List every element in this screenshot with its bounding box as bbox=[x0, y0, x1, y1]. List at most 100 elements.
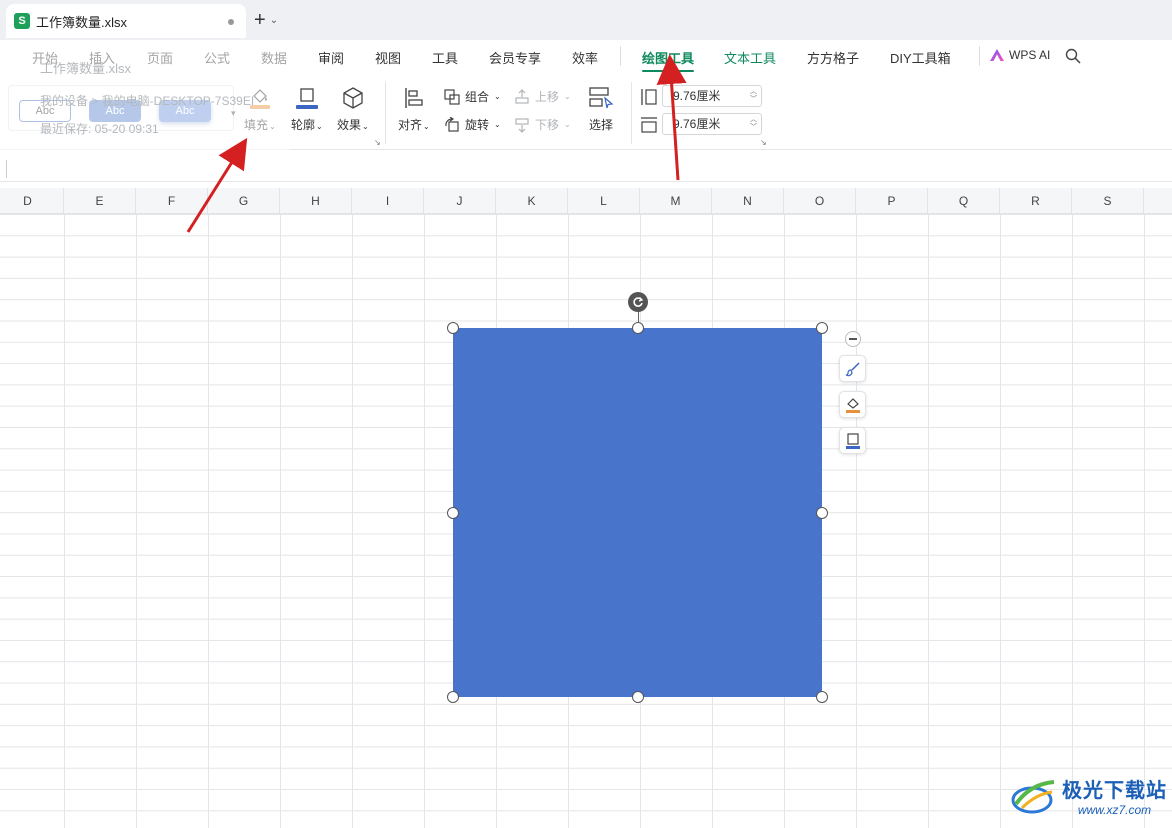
group-label: 组合 bbox=[465, 90, 490, 104]
resize-handle-bottom-left[interactable] bbox=[447, 691, 459, 703]
shape-width-input[interactable]: 9.76厘米 ︿ ﹀ bbox=[662, 113, 762, 135]
spreadsheet-window: S 工作簿数量.xlsx + ⌄ 开始 插入 页面 公式 数据 审阅 视图 工具… bbox=[0, 0, 1172, 828]
width-spinner-icon[interactable]: ︿ ﹀ bbox=[750, 116, 757, 132]
menu-review[interactable]: 审阅 bbox=[318, 48, 344, 67]
group-button[interactable]: 组合 ⌄ bbox=[444, 88, 501, 105]
fill-button[interactable]: 填充⌄ bbox=[244, 86, 276, 133]
style-preset-outline[interactable]: Abc bbox=[19, 100, 71, 122]
search-icon[interactable] bbox=[1065, 48, 1081, 64]
menu-text-tools[interactable]: 文本工具 bbox=[724, 48, 776, 67]
column-header[interactable]: D bbox=[0, 188, 64, 214]
resize-handle-top[interactable] bbox=[632, 322, 644, 334]
rotate-handle-icon[interactable] bbox=[628, 292, 648, 312]
shape-height-input[interactable]: 9.76厘米 ︿ ﹀ bbox=[662, 85, 762, 107]
document-tab[interactable]: S 工作簿数量.xlsx bbox=[6, 4, 246, 38]
dialog-launcher-icon[interactable]: ↘ bbox=[374, 138, 381, 147]
style-preset-shadow[interactable]: Abc bbox=[159, 100, 211, 122]
menu-view[interactable]: 视图 bbox=[375, 48, 401, 67]
menu-tools[interactable]: 工具 bbox=[432, 48, 458, 67]
column-header[interactable]: O bbox=[784, 188, 856, 214]
outline-label: 轮廓 bbox=[291, 118, 316, 132]
wps-ai-label: WPS AI bbox=[1009, 48, 1051, 62]
quick-outline-button[interactable] bbox=[839, 427, 866, 454]
menu-member[interactable]: 会员专享 bbox=[489, 48, 541, 67]
menu-drawing-tools[interactable]: 绘图工具 bbox=[642, 48, 695, 72]
menu-divider bbox=[979, 46, 980, 66]
menu-data[interactable]: 数据 bbox=[261, 48, 287, 67]
watermark-url: www.xz7.com bbox=[1077, 803, 1152, 817]
menu-page[interactable]: 页面 bbox=[147, 48, 173, 67]
style-preset-filled[interactable]: Abc bbox=[89, 100, 141, 122]
rotate-button[interactable]: 旋转 ⌄ bbox=[444, 116, 501, 133]
gallery-more-icon[interactable]: ▾ bbox=[231, 108, 236, 119]
menu-divider bbox=[620, 46, 621, 66]
align-button[interactable]: 对齐⌄ bbox=[398, 86, 430, 133]
fill-bucket-icon bbox=[249, 89, 270, 109]
shape-width-value: 9.76厘米 bbox=[673, 117, 721, 131]
outline-button[interactable]: 轮廓⌄ bbox=[291, 86, 323, 133]
formula-bar[interactable] bbox=[0, 156, 1172, 182]
rectangle-shape[interactable] bbox=[453, 328, 822, 697]
rotate-label: 旋转 bbox=[465, 118, 490, 132]
height-spinner-icon[interactable]: ︿ ﹀ bbox=[750, 88, 757, 104]
select-pane-icon bbox=[589, 87, 614, 109]
chevron-down-icon: ⌄ bbox=[494, 92, 501, 101]
shape-height-icon bbox=[641, 89, 657, 105]
column-header[interactable]: Q bbox=[928, 188, 1000, 214]
column-header[interactable]: M bbox=[640, 188, 712, 214]
menu-diy-toolbox[interactable]: DIY工具箱 bbox=[890, 48, 951, 67]
column-header[interactable]: R bbox=[1000, 188, 1072, 214]
column-header[interactable]: J bbox=[424, 188, 496, 214]
menu-home[interactable]: 开始 bbox=[32, 48, 58, 67]
menu-fangfang-grid[interactable]: 方方格子 bbox=[807, 48, 859, 67]
collapse-toolbar-icon[interactable] bbox=[845, 331, 861, 347]
resize-handle-bottom-right[interactable] bbox=[816, 691, 828, 703]
plus-icon: + bbox=[254, 8, 266, 31]
wps-ai-logo-icon bbox=[990, 49, 1004, 61]
column-header[interactable]: I bbox=[352, 188, 424, 214]
column-header[interactable]: S bbox=[1072, 188, 1144, 214]
chevron-down-icon: ⌄ bbox=[362, 122, 369, 131]
resize-handle-bottom[interactable] bbox=[632, 691, 644, 703]
quick-fill-button[interactable] bbox=[839, 391, 866, 418]
site-watermark: 极光下载站 www.xz7.com bbox=[1010, 774, 1167, 817]
select-button[interactable]: 选择 bbox=[588, 86, 614, 133]
column-header[interactable]: G bbox=[208, 188, 280, 214]
column-header[interactable]: F bbox=[136, 188, 208, 214]
column-header[interactable]: K bbox=[496, 188, 568, 214]
select-label: 选择 bbox=[588, 118, 613, 132]
shape-style-gallery: Abc Abc Abc ▾ bbox=[8, 85, 236, 131]
fill-label: 填充 bbox=[244, 118, 269, 132]
move-down-button[interactable]: 下移 ⌄ bbox=[514, 116, 571, 133]
effect-button[interactable]: 效果⌄ bbox=[337, 86, 369, 133]
formula-bar-edge bbox=[6, 160, 7, 178]
column-header[interactable]: L bbox=[568, 188, 640, 214]
column-header-row: D E F G H I J K L M N O P Q R S bbox=[0, 188, 1172, 214]
drawing-tools-ribbon: Abc Abc Abc ▾ 填充⌄ 轮廓⌄ 效果⌄ ↘ 对齐⌄ 组合 ⌄ 旋转 … bbox=[0, 76, 1172, 150]
resize-handle-top-right[interactable] bbox=[816, 322, 828, 334]
chevron-down-icon: ⌄ bbox=[494, 120, 501, 129]
column-header[interactable]: H bbox=[280, 188, 352, 214]
quick-style-button[interactable] bbox=[839, 355, 866, 382]
size-dialog-launcher-icon[interactable]: ↘ bbox=[760, 138, 767, 147]
column-header[interactable]: N bbox=[712, 188, 784, 214]
menu-efficiency[interactable]: 效率 bbox=[572, 48, 598, 67]
resize-handle-right[interactable] bbox=[816, 507, 828, 519]
cube-effect-icon bbox=[343, 87, 363, 109]
ribbon-divider bbox=[631, 82, 632, 144]
unsaved-dot-icon[interactable] bbox=[228, 19, 234, 25]
wps-ai-button[interactable]: WPS AI bbox=[990, 48, 1050, 62]
column-header[interactable]: E bbox=[64, 188, 136, 214]
column-header[interactable]: P bbox=[856, 188, 928, 214]
resize-handle-top-left[interactable] bbox=[447, 322, 459, 334]
chevron-down-icon: ⌄ bbox=[564, 92, 571, 101]
menu-insert[interactable]: 插入 bbox=[89, 48, 115, 67]
group-icon bbox=[444, 88, 460, 105]
menu-formula[interactable]: 公式 bbox=[204, 48, 230, 67]
resize-handle-left[interactable] bbox=[447, 507, 459, 519]
move-up-button[interactable]: 上移 ⌄ bbox=[514, 88, 571, 105]
shape-height-value: 9.76厘米 bbox=[673, 89, 721, 103]
chevron-down-icon: ⌄ bbox=[564, 120, 571, 129]
fill-bucket-icon bbox=[845, 397, 860, 413]
new-tab-button[interactable]: + ⌄ bbox=[254, 8, 278, 32]
